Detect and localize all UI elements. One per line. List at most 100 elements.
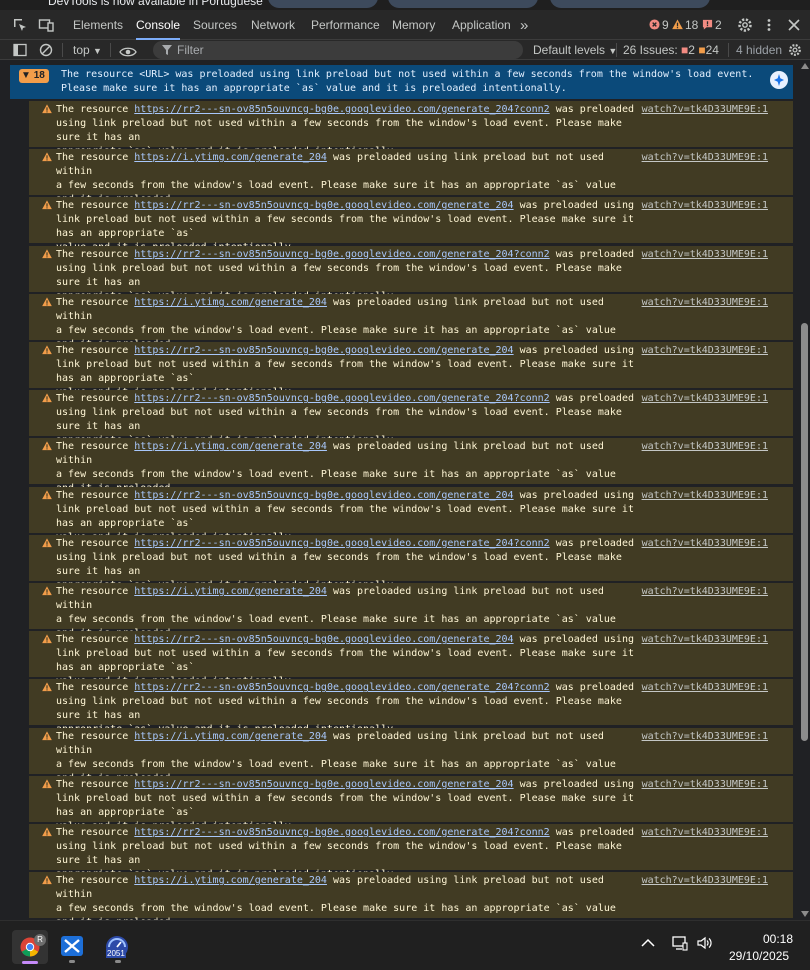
resource-link[interactable]: https://rr2---sn-ov85n5ouvncg-bg0e.googl…	[134, 827, 549, 838]
more-options-icon[interactable]	[761, 17, 777, 33]
console-warning-message[interactable]: The resource https://rr2---sn-ov85n5ouvn…	[29, 631, 793, 687]
console-warning-message[interactable]: The resource https://i.ytimg.com/generat…	[29, 438, 793, 508]
filter-input[interactable]: Filter	[153, 41, 523, 59]
clock-time[interactable]: 00:18	[763, 932, 793, 946]
console-warning-message[interactable]: The resource https://rr2---sn-ov85n5ouvn…	[29, 775, 793, 832]
scroll-up-icon[interactable]	[801, 63, 809, 69]
browser-tab[interactable]	[268, 0, 378, 8]
device-toolbar-icon[interactable]	[38, 17, 54, 33]
browser-tab[interactable]	[388, 0, 538, 8]
resource-link[interactable]: https://rr2---sn-ov85n5ouvncg-bg0e.googl…	[134, 200, 513, 211]
console-warning-message[interactable]: The resource https://rr2---sn-ov85n5ouvn…	[29, 679, 793, 735]
clear-console-icon[interactable]	[39, 43, 53, 57]
resource-link[interactable]: https://rr2---sn-ov85n5ouvncg-bg0e.googl…	[134, 682, 549, 693]
source-location-link[interactable]: watch?v=tk4D33UME9E:1	[642, 633, 768, 647]
warning-icon	[42, 875, 52, 890]
close-icon[interactable]	[786, 17, 802, 33]
volume-icon[interactable]	[696, 935, 712, 954]
group-count-badge[interactable]: ▼ 18	[19, 69, 49, 83]
settings-gear-icon[interactable]	[737, 17, 753, 33]
source-location-link[interactable]: watch?v=tk4D33UME9E:1	[642, 874, 768, 888]
console-warning-message[interactable]: The resource https://i.ytimg.com/generat…	[29, 727, 793, 798]
tab-application[interactable]: Application	[452, 10, 511, 40]
resource-link[interactable]: https://i.ytimg.com/generate_204	[134, 152, 327, 163]
issues-button[interactable]: 26 Issues: ■2 ■24	[623, 40, 719, 60]
tab-network[interactable]: Network	[251, 10, 295, 40]
source-location-link[interactable]: watch?v=tk4D33UME9E:1	[642, 681, 768, 695]
console-warning-message[interactable]: The resource https://rr2---sn-ov85n5ouvn…	[29, 824, 793, 880]
sidebar-toggle-icon[interactable]	[13, 43, 27, 57]
context-selector[interactable]: top ▼	[73, 40, 102, 60]
capcut-taskbar-button[interactable]	[60, 935, 86, 963]
source-location-link[interactable]: watch?v=tk4D33UME9E:1	[642, 826, 768, 840]
resource-link[interactable]: https://i.ytimg.com/generate_204	[134, 441, 327, 452]
tab-memory[interactable]: Memory	[392, 10, 435, 40]
source-location-link[interactable]: watch?v=tk4D33UME9E:1	[642, 489, 768, 503]
source-location-link[interactable]: watch?v=tk4D33UME9E:1	[642, 730, 768, 744]
console-warning-message[interactable]: The resource https://rr2---sn-ov85n5ouvn…	[29, 534, 793, 591]
resource-link[interactable]: https://rr2---sn-ov85n5ouvncg-bg0e.googl…	[134, 249, 549, 260]
console-warning-message[interactable]: The resource https://rr2---sn-ov85n5ouvn…	[29, 101, 793, 157]
console-warning-message[interactable]: The resource https://rr2---sn-ov85n5ouvn…	[29, 342, 793, 398]
resource-link[interactable]: https://rr2---sn-ov85n5ouvncg-bg0e.googl…	[134, 634, 513, 645]
console-warning-message[interactable]: The resource https://i.ytimg.com/generat…	[29, 293, 793, 364]
source-location-link[interactable]: watch?v=tk4D33UME9E:1	[642, 103, 768, 117]
resource-link[interactable]: https://rr2---sn-ov85n5ouvncg-bg0e.googl…	[134, 490, 513, 501]
source-location-link[interactable]: watch?v=tk4D33UME9E:1	[642, 537, 768, 551]
resource-link[interactable]: https://rr2---sn-ov85n5ouvncg-bg0e.googl…	[134, 779, 513, 790]
scroll-thumb[interactable]	[801, 323, 808, 741]
network-icon[interactable]	[672, 935, 688, 954]
tab-console[interactable]: Console	[136, 10, 181, 40]
source-location-link[interactable]: watch?v=tk4D33UME9E:1	[642, 392, 768, 406]
inspect-element-icon[interactable]	[12, 17, 28, 33]
ai-insights-icon[interactable]	[770, 71, 788, 89]
console-warning-message[interactable]: The resource https://rr2---sn-ov85n5ouvn…	[29, 390, 793, 446]
resource-link[interactable]: https://rr2---sn-ov85n5ouvncg-bg0e.googl…	[134, 345, 513, 356]
log-levels-dropdown[interactable]: Default levels ▼	[533, 40, 617, 60]
live-expression-eye-icon[interactable]	[119, 44, 137, 57]
console-warning-message[interactable]: The resource https://i.ytimg.com/generat…	[29, 583, 793, 653]
app-taskbar-button[interactable]: 2051	[104, 935, 132, 963]
source-location-link[interactable]: watch?v=tk4D33UME9E:1	[642, 248, 768, 262]
scroll-down-icon[interactable]	[801, 911, 809, 917]
source-location-link[interactable]: watch?v=tk4D33UME9E:1	[642, 440, 768, 454]
taskbar: R 2051 00:18 29/10/2025	[0, 920, 810, 970]
resource-link[interactable]: https://rr2---sn-ov85n5ouvncg-bg0e.googl…	[134, 393, 549, 404]
source-location-link[interactable]: watch?v=tk4D33UME9E:1	[642, 199, 768, 213]
console-warning-message[interactable]: The resource https://i.ytimg.com/generat…	[29, 872, 793, 920]
tab-performance[interactable]: Performance	[311, 10, 380, 40]
console-warning-message[interactable]: The resource https://i.ytimg.com/generat…	[29, 149, 793, 219]
source-location-link[interactable]: watch?v=tk4D33UME9E:1	[642, 296, 768, 310]
resource-link[interactable]: https://rr2---sn-ov85n5ouvncg-bg0e.googl…	[134, 104, 549, 115]
console-warning-message[interactable]: The resource https://rr2---sn-ov85n5ouvn…	[29, 197, 793, 253]
console-settings-gear-icon[interactable]	[788, 43, 802, 57]
browser-tab[interactable]	[550, 0, 710, 8]
source-location-link[interactable]: watch?v=tk4D33UME9E:1	[642, 778, 768, 792]
resource-link[interactable]: https://i.ytimg.com/generate_204	[134, 875, 327, 886]
source-location-link[interactable]: watch?v=tk4D33UME9E:1	[642, 585, 768, 599]
warning-icon	[42, 441, 52, 456]
resource-link[interactable]: https://i.ytimg.com/generate_204	[134, 586, 327, 597]
warning-count[interactable]: 18	[672, 10, 698, 40]
tab-elements[interactable]: Elements	[73, 10, 123, 40]
issues-count[interactable]: 2	[702, 10, 722, 40]
resource-link[interactable]: https://i.ytimg.com/generate_204	[134, 297, 327, 308]
source-location-link[interactable]: watch?v=tk4D33UME9E:1	[642, 151, 768, 165]
more-tabs-icon[interactable]: »	[520, 10, 528, 40]
console-warning-message[interactable]: The resource https://rr2---sn-ov85n5ouvn…	[29, 486, 793, 543]
profile-badge: R	[34, 934, 46, 946]
show-hidden-icons-chevron-icon[interactable]	[641, 937, 655, 951]
chrome-taskbar-button[interactable]: R	[12, 930, 48, 964]
message-prefix: The resource	[56, 537, 135, 549]
message-group[interactable]: ▼ 18 The resource <URL> was preloaded us…	[10, 65, 793, 99]
console-scrollbar[interactable]	[799, 61, 810, 920]
resource-link[interactable]: https://i.ytimg.com/generate_204	[134, 731, 327, 742]
error-count[interactable]: 9	[649, 10, 669, 40]
resource-link[interactable]: https://rr2---sn-ov85n5ouvncg-bg0e.googl…	[134, 538, 549, 549]
tab-sources[interactable]: Sources	[193, 10, 237, 40]
clock-date[interactable]: 29/10/2025	[729, 949, 789, 963]
message-prefix: The resource	[56, 152, 135, 164]
source-location-link[interactable]: watch?v=tk4D33UME9E:1	[642, 344, 768, 358]
console-warning-message[interactable]: The resource https://rr2---sn-ov85n5ouvn…	[29, 245, 793, 302]
message-prefix: The resource	[56, 827, 135, 838]
